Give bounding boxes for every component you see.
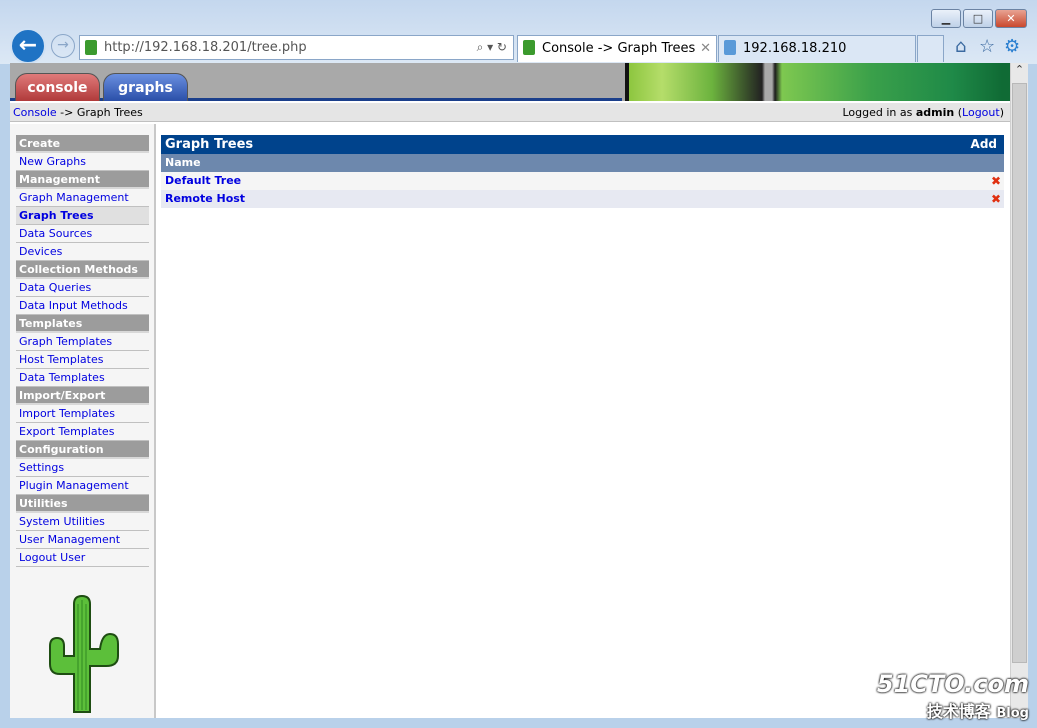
maximize-button[interactable]: □	[963, 9, 993, 28]
cactus-banner-image	[622, 63, 1010, 101]
sidebar-item: Plugin Management	[16, 477, 149, 495]
browser-chrome: ▁ □ ✕ ← → http://192.168.18.201/tree.php…	[0, 0, 1037, 64]
sidebar-item-link[interactable]: Export Templates	[19, 425, 114, 438]
scroll-up-icon[interactable]: ⌃	[1011, 63, 1028, 76]
close-window-button[interactable]: ✕	[995, 9, 1027, 28]
delete-icon[interactable]: ✖	[991, 172, 1001, 190]
sidebar-item-link[interactable]: Data Queries	[19, 281, 91, 294]
table-title-bar: Graph Trees Add	[161, 135, 1004, 154]
watermark-blog: Blog	[996, 706, 1029, 721]
sidebar-item-link[interactable]: Plugin Management	[19, 479, 129, 492]
sidebar-item-link[interactable]: Data Input Methods	[19, 299, 128, 312]
cacti-logo-icon	[49, 594, 119, 713]
sidebar-item-link[interactable]: Logout User	[19, 551, 85, 564]
watermark: 51CTO.com 技术博客 Blog	[877, 670, 1029, 722]
tree-link[interactable]: Remote Host	[165, 192, 245, 205]
breadcrumb-current: Graph Trees	[76, 106, 143, 119]
sidebar-item-link[interactable]: Import Templates	[19, 407, 115, 420]
scrollbar-thumb[interactable]	[1012, 83, 1027, 663]
vertical-scrollbar[interactable]: ⌃	[1010, 63, 1028, 718]
breadcrumb-console-link[interactable]: Console	[13, 106, 57, 119]
url-text: http://192.168.18.201/tree.php	[104, 40, 307, 55]
logged-in-label: Logged in as	[842, 106, 916, 119]
sidebar-section-header: Import/Export	[16, 387, 149, 405]
sidebar-item-link[interactable]: System Utilities	[19, 515, 105, 528]
tree-link[interactable]: Default Tree	[165, 174, 241, 187]
favorites-star-icon[interactable]: ☆	[979, 36, 995, 57]
watermark-subtext: 技术博客	[926, 702, 991, 721]
username: admin	[915, 106, 955, 119]
home-icon[interactable]: ⌂	[955, 36, 966, 57]
sidebar-item: System Utilities	[16, 513, 149, 531]
tab-favicon	[523, 40, 535, 55]
sidebar-item-link[interactable]: User Management	[19, 533, 120, 546]
breadcrumb-separator: ->	[56, 106, 77, 119]
tab-console-graph-trees[interactable]: Console -> Graph Trees ✕	[517, 35, 717, 62]
add-button[interactable]: Add	[971, 135, 997, 154]
sidebar-section-header: Templates	[16, 315, 149, 333]
logout-link[interactable]: Logout	[962, 106, 1000, 119]
sidebar-item: Logout User	[16, 549, 149, 567]
tab-label: 192.168.18.210	[743, 41, 847, 56]
sidebar-item: Graph Templates	[16, 333, 149, 351]
sidebar: Create New Graphs Management Graph Manageme…	[10, 124, 156, 718]
sidebar-section-header: Collection Methods	[16, 261, 149, 279]
sidebar-item-link[interactable]: Graph Templates	[19, 335, 112, 348]
sidebar-item: Data Sources	[16, 225, 149, 243]
close-tab-icon[interactable]: ✕	[700, 36, 711, 61]
sidebar-item: User Management	[16, 531, 149, 549]
column-header-name[interactable]: Name	[161, 154, 1004, 172]
sidebar-item: New Graphs	[16, 153, 149, 171]
tab-favicon	[724, 40, 736, 55]
sidebar-item: Data Input Methods	[16, 297, 149, 315]
sidebar-item: Graph Trees	[16, 207, 149, 225]
sidebar-section-header: Create	[16, 135, 149, 153]
sidebar-item: Host Templates	[16, 351, 149, 369]
watermark-text: 51CTO.com	[876, 670, 1029, 698]
sidebar-item: Graph Management	[16, 189, 149, 207]
sidebar-item-link[interactable]: New Graphs	[19, 155, 86, 168]
tab-label: Console -> Graph Trees	[542, 41, 696, 56]
table-row: Default Tree ✖	[161, 172, 1004, 190]
table-row: Remote Host ✖	[161, 190, 1004, 208]
sidebar-item: Data Queries	[16, 279, 149, 297]
sidebar-section-header: Management	[16, 171, 149, 189]
sidebar-item-link[interactable]: Settings	[19, 461, 64, 474]
sidebar-menu: Create New Graphs Management Graph Manageme…	[16, 135, 149, 567]
gear-icon[interactable]: ⚙	[1004, 36, 1020, 57]
page-content: console graphs Console -> Graph Trees Lo…	[10, 63, 1010, 718]
minimize-button[interactable]: ▁	[931, 9, 961, 28]
sidebar-item: Import Templates	[16, 405, 149, 423]
site-favicon	[85, 40, 97, 55]
sidebar-item-link[interactable]: Graph Trees	[19, 209, 94, 222]
sidebar-item: Export Templates	[16, 423, 149, 441]
sidebar-item: Data Templates	[16, 369, 149, 387]
search-refresh-icons[interactable]: ⌕ ▾ ↻	[477, 36, 507, 59]
console-tab[interactable]: console	[15, 73, 100, 101]
login-status: Logged in as admin (Logout)	[842, 106, 1004, 119]
sidebar-item-link[interactable]: Data Sources	[19, 227, 92, 240]
sidebar-item-link[interactable]: Graph Management	[19, 191, 129, 204]
sidebar-item: Settings	[16, 459, 149, 477]
sidebar-item-link[interactable]: Data Templates	[19, 371, 105, 384]
tab-192-168-18-210[interactable]: 192.168.18.210	[718, 35, 916, 62]
sidebar-item-link[interactable]: Host Templates	[19, 353, 103, 366]
sidebar-section-header: Configuration	[16, 441, 149, 459]
graphs-tab[interactable]: graphs	[103, 73, 188, 101]
new-tab-button[interactable]	[917, 35, 944, 62]
sidebar-section-header: Utilities	[16, 495, 149, 513]
forward-button[interactable]: →	[51, 34, 75, 58]
back-button[interactable]: ←	[10, 28, 46, 64]
delete-icon[interactable]: ✖	[991, 190, 1001, 208]
graph-trees-table: Graph Trees Add Name Default Tree ✖ Remote…	[161, 135, 1004, 208]
address-bar[interactable]: http://192.168.18.201/tree.php ⌕ ▾ ↻	[79, 35, 514, 60]
table-title: Graph Trees	[165, 137, 254, 152]
breadcrumb: Console -> Graph Trees Logged in as admi…	[10, 103, 1010, 122]
sidebar-item-link[interactable]: Devices	[19, 245, 62, 258]
sidebar-item: Devices	[16, 243, 149, 261]
cacti-banner: console graphs	[10, 63, 1010, 101]
